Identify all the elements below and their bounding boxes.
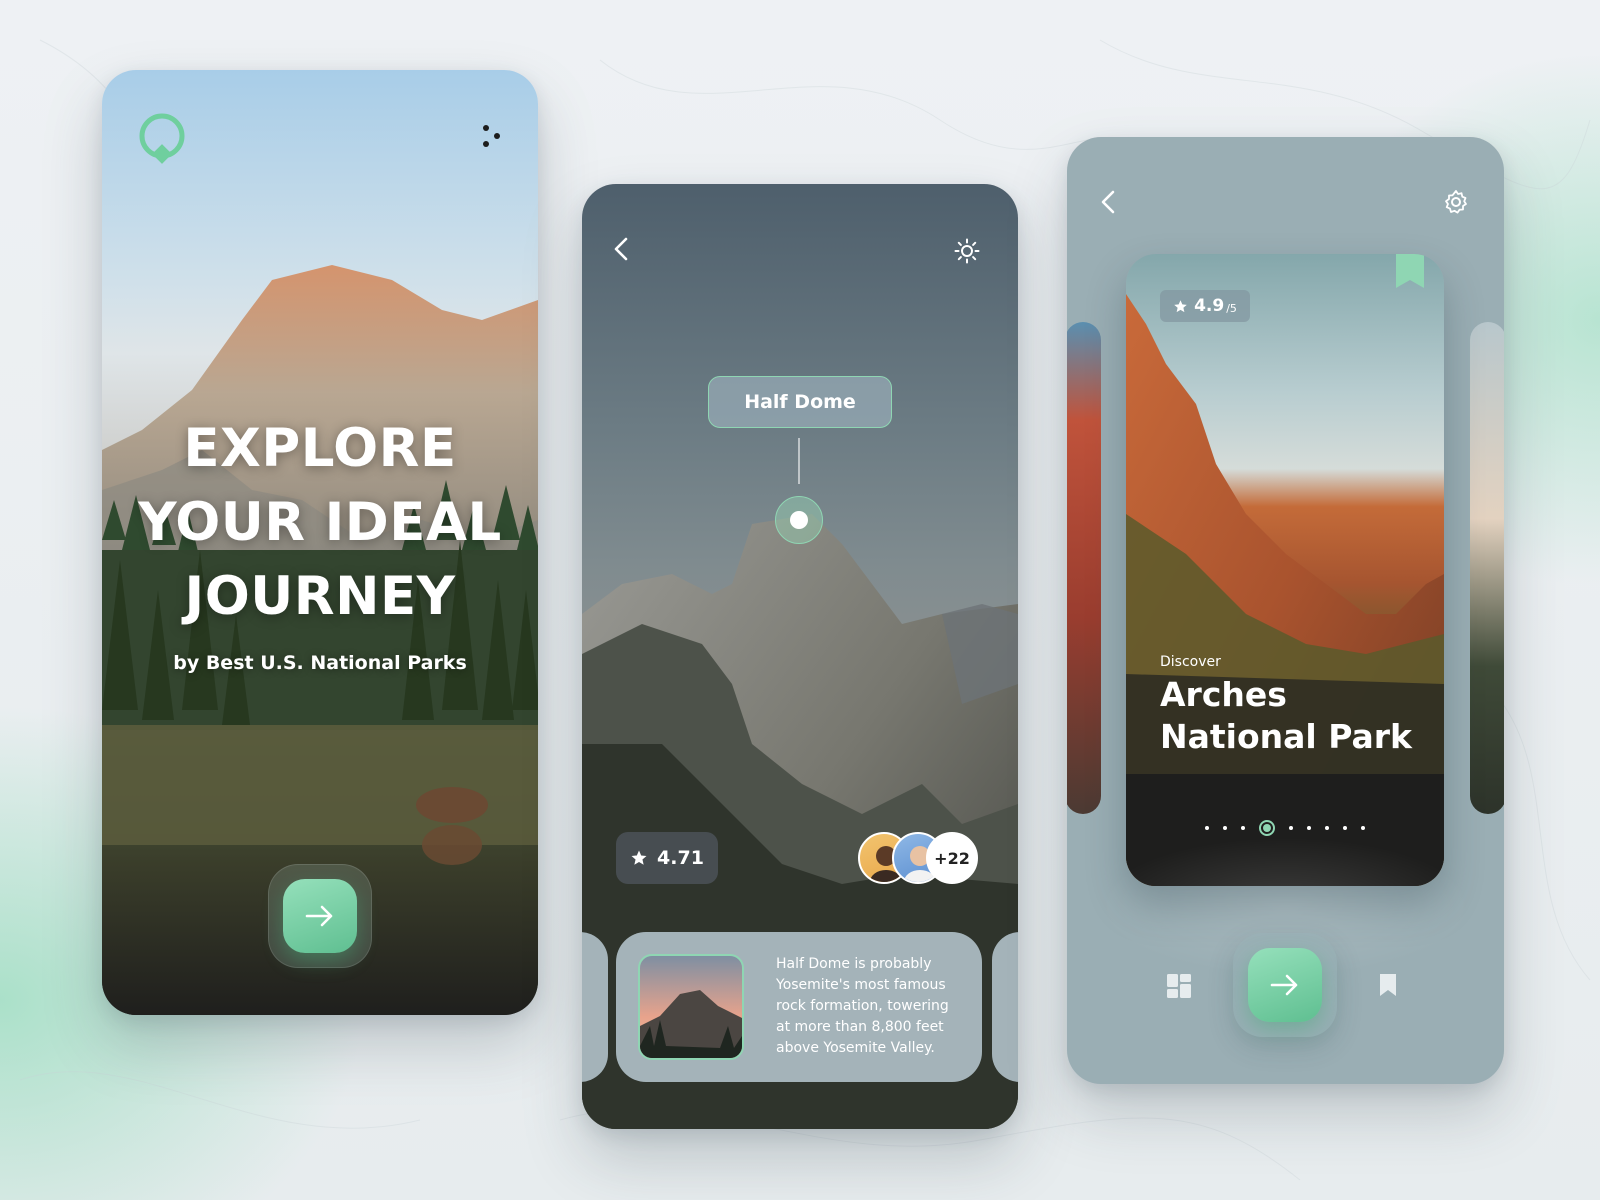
landmark-pin-label[interactable]: Half Dome	[708, 376, 892, 428]
bookmark-flag-icon[interactable]	[1396, 254, 1424, 288]
hero-title: EXPLORE YOUR IDEAL JOURNEY	[102, 412, 538, 634]
rating-value: 4.71	[657, 847, 704, 869]
grid-icon[interactable]	[1166, 973, 1192, 999]
hero-subtitle: by Best U.S. National Parks	[173, 652, 467, 674]
sun-icon[interactable]	[954, 238, 980, 264]
hero-title-line: YOUR IDEAL	[138, 492, 502, 553]
landmark-thumbnail	[638, 954, 744, 1060]
prev-park-peek[interactable]	[1067, 322, 1101, 814]
park-name: Arches National Park	[1160, 675, 1412, 756]
park-card[interactable]: 4.9 /5 Discover Arches National Park	[1126, 254, 1444, 886]
carousel-pager	[1126, 820, 1444, 836]
landmark-description: Half Dome is probably Yosemite's most fa…	[776, 956, 949, 1056]
gear-icon[interactable]	[1443, 189, 1469, 215]
next-button[interactable]	[1248, 948, 1322, 1022]
chevron-left-icon[interactable]	[1099, 189, 1119, 215]
park-rating-badge: 4.9 /5	[1160, 290, 1250, 322]
pager-dot[interactable]	[1241, 826, 1245, 830]
rating-badge: 4.71	[616, 832, 718, 884]
pager-dot[interactable]	[1205, 826, 1209, 830]
landmark-pin-marker[interactable]	[775, 496, 823, 544]
next-button-frame	[268, 864, 372, 968]
hero-title-line: EXPLORE	[183, 418, 457, 479]
dots-menu-icon[interactable]	[480, 122, 504, 150]
canyon-illustration	[1126, 294, 1444, 886]
pager-dot[interactable]	[1325, 826, 1329, 830]
hero-title-line: JOURNEY	[184, 566, 456, 627]
pager-dot[interactable]	[1289, 826, 1293, 830]
park-rating-value: 4.9	[1194, 296, 1225, 316]
pager-dot[interactable]	[1361, 826, 1365, 830]
next-card-peek[interactable]	[992, 932, 1018, 1082]
star-icon	[631, 850, 647, 865]
landmark-info-card[interactable]: Half Dome is probably Yosemite's most fa…	[616, 932, 982, 1082]
next-button[interactable]	[283, 879, 357, 953]
more-visitors-count: +22	[926, 832, 978, 884]
pager-dot-active[interactable]	[1259, 820, 1275, 836]
discover-label: Discover	[1160, 654, 1221, 670]
pager-dot[interactable]	[1307, 826, 1311, 830]
next-park-peek[interactable]	[1470, 322, 1504, 814]
pager-dot[interactable]	[1223, 826, 1227, 830]
arrow-right-icon	[305, 905, 333, 927]
park-discover-screen: 4.9 /5 Discover Arches National Park	[1067, 137, 1504, 1084]
next-button-frame	[1233, 933, 1337, 1037]
chevron-left-icon[interactable]	[612, 236, 632, 262]
bookmark-icon[interactable]	[1378, 972, 1398, 998]
prev-card-peek[interactable]	[582, 932, 608, 1082]
park-rating-scale: /5	[1226, 302, 1237, 315]
location-pin-logo	[139, 113, 185, 164]
visitor-avatars[interactable]: +22	[858, 832, 988, 886]
onboarding-screen: EXPLORE YOUR IDEAL JOURNEY by Best U.S. …	[102, 70, 538, 1015]
star-icon	[1174, 299, 1187, 312]
pin-connector	[798, 438, 800, 484]
landmark-detail-screen: Half Dome 4.71 +22 Half Dome is probably…	[582, 184, 1018, 1129]
pager-dot[interactable]	[1343, 826, 1347, 830]
arrow-right-icon	[1270, 974, 1298, 996]
